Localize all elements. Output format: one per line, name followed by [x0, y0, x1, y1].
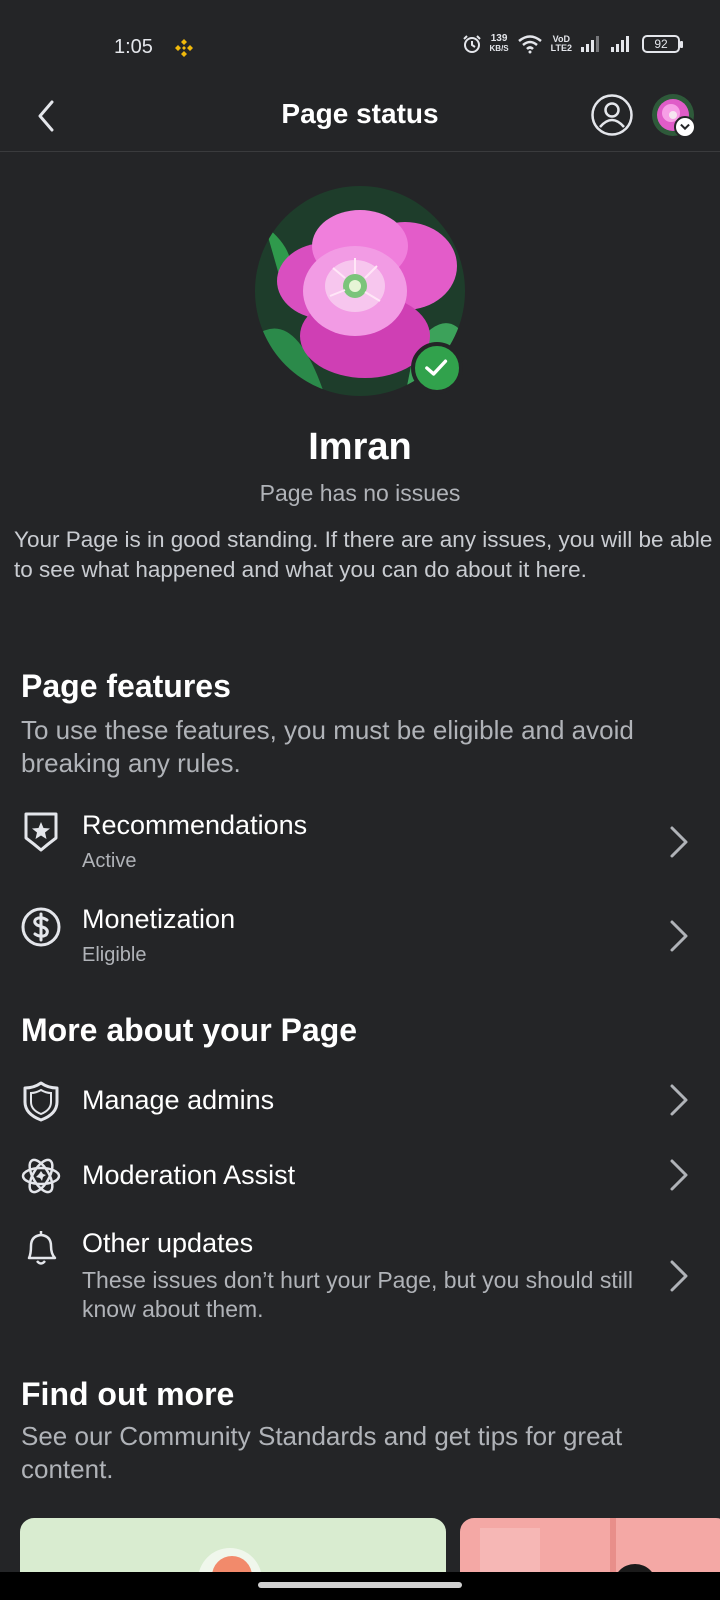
- chevron-right-icon: [670, 1159, 688, 1191]
- chevron-right-icon: [670, 1260, 688, 1292]
- page-name: Imran: [308, 426, 412, 468]
- verified-check-icon: [411, 342, 463, 394]
- recommendations-label: Recommendations: [82, 810, 308, 840]
- shield-star-icon: [24, 812, 58, 852]
- profile-icon[interactable]: [590, 93, 634, 137]
- manage-admins-label: Manage admins: [82, 1085, 275, 1115]
- list-item-moderation-assist[interactable]: Moderation Assist: [0, 1151, 720, 1201]
- atom-gear-icon: [21, 1158, 61, 1194]
- card-illustration: [480, 1518, 656, 1578]
- section-title-page-features: Page features: [21, 668, 231, 704]
- section-title-find-out-more: Find out more: [21, 1376, 235, 1412]
- page-status-summary: Page has no issues: [259, 480, 461, 506]
- wifi-icon: [517, 35, 542, 54]
- home-indicator[interactable]: [258, 1582, 462, 1588]
- list-item-manage-admins[interactable]: Manage admins: [0, 1076, 720, 1126]
- volte-indicator: VoD LTE2: [550, 34, 572, 53]
- chevron-down-icon[interactable]: [674, 116, 696, 138]
- standing-description: Your Page is in good standing. If there …: [14, 527, 713, 582]
- other-updates-label: Other updates: [82, 1228, 254, 1258]
- chevron-right-icon: [670, 920, 688, 952]
- page-avatar-container: [255, 186, 465, 396]
- card-illustration: [198, 1548, 262, 1578]
- other-updates-description: These issues don’t hurt your Page, but y…: [82, 1267, 634, 1322]
- bell-icon: [27, 1231, 57, 1265]
- list-item-monetization[interactable]: Monetization Eligible: [0, 896, 720, 976]
- list-item-recommendations[interactable]: Recommendations Active: [0, 800, 720, 880]
- recommendations-status: Active: [82, 850, 137, 872]
- tip-card[interactable]: [20, 1518, 446, 1578]
- tip-card[interactable]: [460, 1518, 720, 1578]
- status-icons: 139 KB/S VoD LTE2 92: [462, 34, 683, 54]
- monetization-label: Monetization: [82, 904, 236, 934]
- battery-level: 92: [654, 37, 668, 51]
- system-navigation-bar: [0, 1572, 720, 1600]
- moderation-assist-label: Moderation Assist: [82, 1160, 296, 1190]
- chevron-right-icon: [670, 826, 688, 858]
- alarm-icon: [462, 35, 481, 53]
- list-item-other-updates[interactable]: Other updates These issues don’t hurt yo…: [0, 1226, 720, 1336]
- status-time: 1:05: [114, 36, 153, 58]
- top-app-bar: Page status: [0, 80, 720, 152]
- signal-2-icon: [611, 36, 629, 52]
- monetization-status: Eligible: [82, 944, 147, 966]
- section-subtitle-find-out-more: See our Community Standards and get tips…: [21, 1421, 623, 1484]
- dollar-circle-icon: [21, 907, 61, 947]
- section-title-more-about: More about your Page: [21, 1012, 358, 1048]
- shield-icon: [23, 1081, 59, 1122]
- network-speed: 139 KB/S: [490, 34, 509, 54]
- battery-indicator: 92: [642, 35, 683, 53]
- binance-icon: [175, 39, 193, 57]
- chevron-right-icon: [670, 1084, 688, 1116]
- network-speed-value: 139: [490, 33, 508, 44]
- network-speed-unit: KB/S: [489, 44, 509, 53]
- signal-1-icon: [581, 36, 599, 52]
- section-subtitle-page-features: To use these features, you must be eligi…: [21, 715, 634, 778]
